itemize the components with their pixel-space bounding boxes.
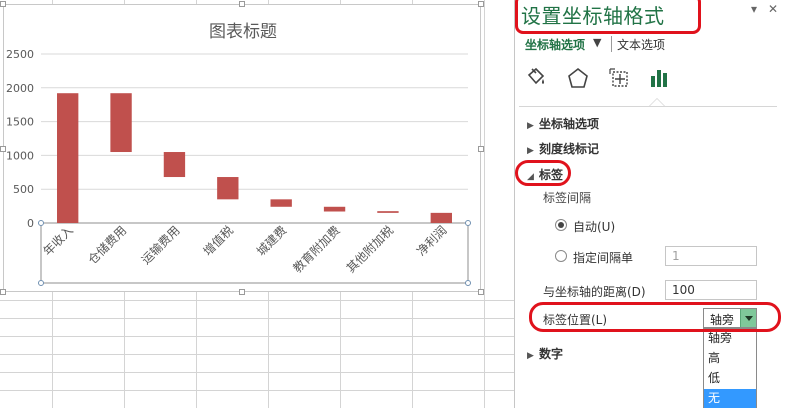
auto-radio[interactable] — [555, 219, 567, 231]
option-low[interactable]: 低 — [704, 369, 756, 388]
bar — [270, 199, 292, 207]
section-labels[interactable]: ◢ 标签 — [527, 166, 563, 183]
x-tick-label: 增值税 — [200, 223, 236, 259]
y-tick-label: 1500 — [6, 116, 34, 129]
resize-handle[interactable] — [478, 146, 484, 152]
chart-area[interactable]: 图表标题 0 500 1000 1500 2000 2500 年收入 仓储费用 运输费用 增值税城… — [0, 1, 484, 295]
bar — [57, 93, 79, 223]
pane-title: 设置坐标轴格式 — [521, 4, 665, 28]
resize-handle[interactable] — [478, 1, 484, 7]
resize-handle[interactable] — [478, 289, 484, 295]
axis-selection-handle — [38, 220, 44, 226]
bar — [110, 93, 132, 153]
option-high[interactable]: 高 — [704, 349, 756, 368]
divider — [519, 106, 777, 107]
selected-indicator — [649, 98, 665, 106]
y-tick-label: 0 — [27, 217, 34, 230]
expand-icon: ▶ — [527, 121, 534, 131]
size-properties-icon[interactable] — [607, 66, 633, 90]
x-tick-label: 仓储费用 — [85, 223, 130, 268]
expand-icon: ▶ — [527, 351, 534, 361]
y-tick-label: 500 — [13, 183, 34, 196]
bar — [377, 211, 399, 213]
resize-handle[interactable] — [0, 289, 6, 295]
section-label: 坐标轴选项 — [539, 117, 600, 131]
x-tick-label: 其他附加税 — [344, 223, 396, 275]
x-tick-label: 教育附加费 — [290, 223, 343, 276]
resize-handle[interactable] — [239, 1, 245, 7]
section-label: 标签 — [539, 168, 564, 182]
option-next-to-axis[interactable]: 轴旁 — [704, 329, 756, 348]
x-tick-label: 城建费 — [254, 223, 289, 258]
grid-line — [0, 354, 514, 355]
tab-divider — [611, 36, 612, 52]
grid-line — [484, 0, 485, 408]
specify-interval-radio[interactable] — [555, 250, 567, 262]
label-interval-heading: 标签间隔 — [543, 191, 592, 205]
pane-options-icon[interactable]: ▾ — [751, 2, 757, 16]
x-tick-label: 运输费用 — [138, 223, 183, 268]
close-icon[interactable]: ✕ — [768, 2, 778, 16]
label-position-label: 标签位置(L) — [543, 313, 608, 327]
chevron-down-icon[interactable]: ▼ — [593, 36, 601, 49]
waterfall-chart[interactable]: 0 500 1000 1500 2000 2500 年收入 仓储费用 运输费用 增值税 城建费 教育附… — [4, 5, 482, 293]
specify-interval-label[interactable]: 指定间隔单 — [573, 249, 633, 266]
bar — [323, 206, 346, 212]
bar — [217, 177, 239, 200]
grid-line — [0, 300, 514, 301]
bar-chart-icon[interactable] — [647, 66, 673, 90]
y-tick-label: 2500 — [6, 48, 34, 61]
option-none[interactable]: 无 — [704, 389, 756, 408]
axis-selection-handle — [465, 220, 471, 226]
expand-icon: ▶ — [527, 146, 534, 156]
resize-handle[interactable] — [0, 146, 6, 152]
format-axis-pane: 设置坐标轴格式 ▾ ✕ 坐标轴选项 ▼ 文本选项 ▶ 坐标轴选项 ▶ 刻度线标记… — [514, 0, 786, 408]
y-tick-label: 1000 — [6, 149, 34, 162]
dropdown-arrow-icon[interactable] — [740, 309, 756, 327]
grid-line — [0, 318, 514, 319]
auto-label[interactable]: 自动(U) — [573, 218, 615, 235]
section-label: 数字 — [539, 347, 564, 361]
distance-input[interactable]: 100 — [665, 280, 757, 300]
grid-line — [0, 336, 514, 337]
label-position-select[interactable]: 轴旁 — [703, 308, 757, 328]
section-label: 刻度线标记 — [539, 142, 600, 156]
bar — [163, 152, 186, 178]
pentagon-icon[interactable] — [565, 66, 591, 90]
tab-axis-options[interactable]: 坐标轴选项 — [525, 36, 585, 53]
x-tick-label: 净利润 — [414, 223, 449, 258]
distance-label: 与坐标轴的距离(D) — [543, 285, 646, 299]
fill-icon[interactable] — [523, 66, 549, 90]
x-tick-label: 年收入 — [40, 223, 75, 258]
section-tick-marks[interactable]: ▶ 刻度线标记 — [527, 140, 599, 157]
collapse-icon: ◢ — [527, 172, 534, 182]
resize-handle[interactable] — [0, 1, 6, 7]
interval-input[interactable]: 1 — [665, 246, 757, 266]
section-axis-options[interactable]: ▶ 坐标轴选项 — [527, 115, 599, 132]
label-position-dropdown[interactable]: 轴旁 高 低 无 — [703, 328, 757, 408]
label-position-value: 轴旁 — [710, 313, 735, 327]
bar — [430, 212, 452, 223]
axis-selection-handle — [38, 280, 44, 286]
axis-selection-handle — [465, 280, 471, 286]
tab-text-options[interactable]: 文本选项 — [617, 36, 665, 53]
section-number[interactable]: ▶ 数字 — [527, 345, 563, 362]
resize-handle[interactable] — [239, 289, 245, 295]
y-tick-label: 2000 — [6, 82, 34, 95]
grid-line — [0, 390, 514, 391]
grid-line — [0, 372, 514, 373]
